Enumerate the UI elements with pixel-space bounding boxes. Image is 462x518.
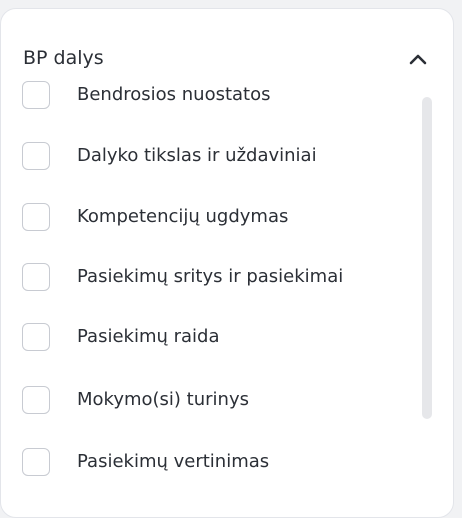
checkbox[interactable] (22, 81, 50, 109)
list-item[interactable]: Mokymo(si) turinys (22, 385, 422, 415)
section-header[interactable]: BP dalys (23, 45, 429, 73)
checkbox-label: Dalyko tikslas ir uždaviniai (77, 145, 317, 166)
list-item[interactable]: Pasiekimų sritys ir pasiekimai (22, 262, 422, 292)
list-item[interactable]: Pasiekimų vertinimas (22, 447, 422, 477)
chevron-up-icon[interactable] (407, 49, 429, 69)
checkbox-label: Bendrosios nuostatos (77, 84, 271, 105)
checkbox[interactable] (22, 448, 50, 476)
list-item[interactable]: Kompetencijų ugdymas (22, 202, 422, 232)
checkbox-label: Pasiekimų sritys ir pasiekimai (77, 266, 344, 287)
checkbox-label: Mokymo(si) turinys (77, 389, 249, 410)
list-item[interactable]: Dalyko tikslas ir uždaviniai (22, 141, 422, 171)
checkbox[interactable] (22, 323, 50, 351)
checkbox-label: Kompetencijų ugdymas (77, 206, 289, 227)
checkbox[interactable] (22, 142, 50, 170)
section-title: BP dalys (23, 47, 104, 69)
list-item[interactable]: Pasiekimų raida (22, 322, 422, 352)
checkbox-list: Bendrosios nuostatos Dalyko tikslas ir u… (22, 70, 422, 490)
checkbox[interactable] (22, 386, 50, 414)
checkbox[interactable] (22, 263, 50, 291)
checkbox-label: Pasiekimų vertinimas (77, 451, 270, 472)
scrollbar[interactable] (422, 97, 432, 419)
checkbox-label: Pasiekimų raida (77, 326, 220, 347)
list-item[interactable]: Bendrosios nuostatos (22, 80, 422, 110)
checkbox[interactable] (22, 203, 50, 231)
